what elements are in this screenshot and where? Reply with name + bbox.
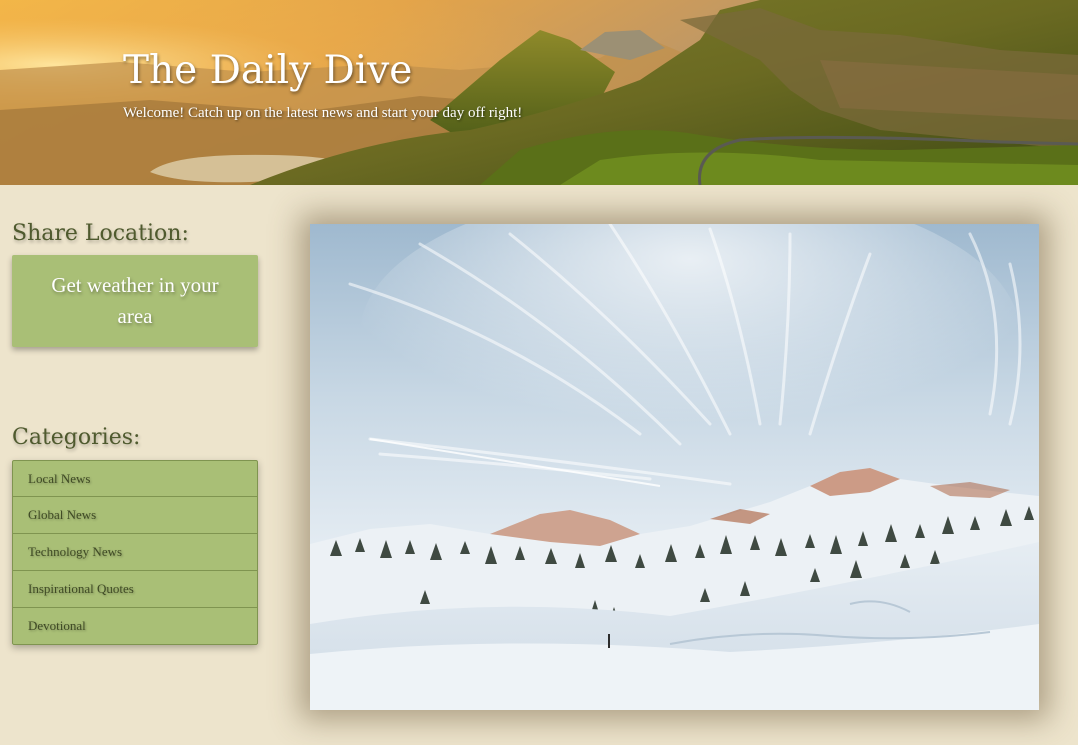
site-tagline: Welcome! Catch up on the latest news and… (123, 105, 523, 121)
category-inspirational-quotes[interactable]: Inspirational Quotes (12, 571, 258, 608)
share-location-heading: Share Location: (12, 221, 189, 246)
category-list: Local News Global News Technology News I… (12, 460, 258, 645)
category-global-news[interactable]: Global News (12, 497, 258, 534)
categories-heading: Categories: (12, 425, 141, 450)
get-weather-button[interactable]: Get weather in your area (12, 255, 258, 347)
header-banner: The Daily Dive Welcome! Catch up on the … (0, 0, 1078, 185)
category-devotional[interactable]: Devotional (12, 608, 258, 645)
site-title: The Daily Dive (123, 48, 413, 93)
category-technology-news[interactable]: Technology News (12, 534, 258, 571)
category-local-news[interactable]: Local News (12, 460, 258, 497)
feature-image (310, 224, 1039, 710)
snowy-mountain-image (310, 224, 1039, 710)
